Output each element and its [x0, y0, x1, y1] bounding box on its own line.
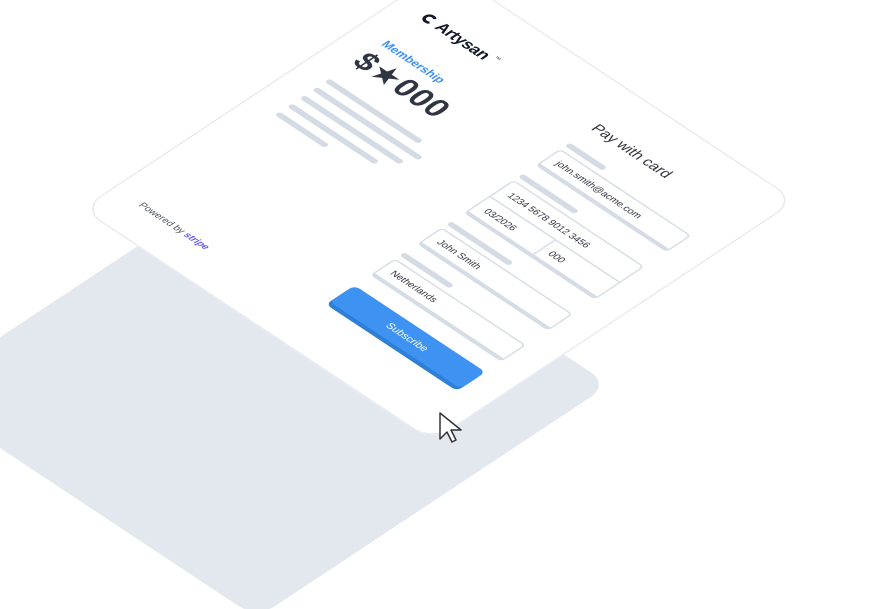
brand-trademark: ™ — [492, 55, 503, 63]
description-line — [299, 95, 405, 165]
stripe-brand: stripe — [181, 230, 213, 252]
mouse-pointer-icon — [439, 412, 462, 443]
checkout-illustration: Artysan ™ Membership $★000 Powered by st… — [0, 0, 891, 609]
artysan-logo-icon — [419, 12, 440, 26]
powered-by-stripe[interactable]: Powered by stripe — [136, 201, 213, 252]
brand-name: Artysan — [430, 19, 496, 63]
brand-logo: Artysan ™ — [416, 10, 503, 68]
powered-prefix: Powered by — [136, 200, 189, 236]
subscribe-button-label: Subscribe — [383, 320, 432, 354]
pay-with-card-title: Pay with card — [587, 121, 676, 181]
card-cvc-value: 000 — [545, 249, 569, 265]
description-line — [287, 103, 380, 165]
subscribe-button[interactable]: Subscribe — [329, 285, 486, 389]
